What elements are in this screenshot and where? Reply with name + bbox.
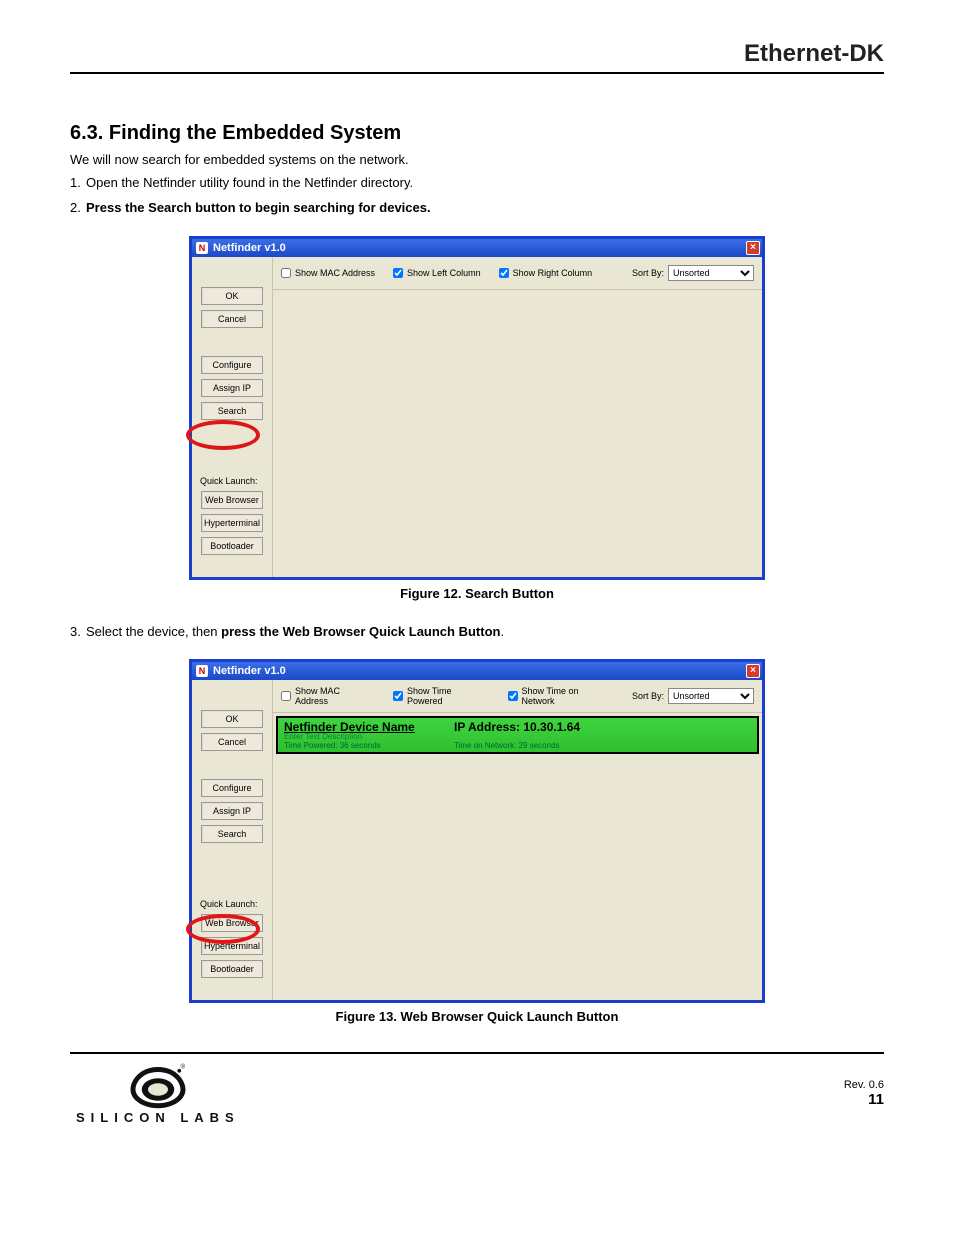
device-ip: IP Address: 10.30.1.64	[454, 720, 580, 734]
hyperterminal-button[interactable]: Hyperterminal	[201, 937, 263, 955]
configure-button[interactable]: Configure	[201, 779, 263, 797]
close-icon[interactable]: ×	[746, 241, 760, 255]
highlight-circle	[186, 420, 260, 450]
show-mac-checkbox[interactable]: Show MAC Address	[281, 686, 375, 706]
ok-button[interactable]: OK	[201, 287, 263, 305]
search-button[interactable]: Search	[201, 825, 263, 843]
netfinder-window-1: N Netfinder v1.0 × OK Cancel Configure A…	[189, 236, 765, 580]
page-number: 11	[844, 1091, 884, 1108]
window-title: Netfinder v1.0	[213, 242, 286, 254]
svg-text:®: ®	[180, 1064, 185, 1071]
figure-12-caption: Figure 12. Search Button	[70, 586, 884, 601]
bootloader-button[interactable]: Bootloader	[201, 537, 263, 555]
silicon-labs-logo: ® SILICON LABS	[76, 1062, 240, 1125]
show-right-column-checkbox[interactable]: Show Right Column	[499, 268, 593, 278]
doc-revision: Rev. 0.6	[844, 1079, 884, 1091]
web-browser-button[interactable]: Web Browser	[201, 914, 263, 932]
toolbar: Show MAC Address Show Left Column Show R…	[273, 257, 762, 289]
assign-ip-button[interactable]: Assign IP	[201, 802, 263, 820]
brand-name: SILICON LABS	[76, 1110, 240, 1125]
show-left-column-checkbox[interactable]: Show Left Column	[393, 268, 481, 278]
show-time-network-checkbox[interactable]: Show Time on Network	[508, 686, 615, 706]
close-icon[interactable]: ×	[746, 664, 760, 678]
bootloader-button[interactable]: Bootloader	[201, 960, 263, 978]
cancel-button[interactable]: Cancel	[201, 733, 263, 751]
sort-by-label: Sort By:	[632, 268, 664, 278]
step-1: 1.Open the Netfinder utility found in th…	[70, 174, 884, 193]
step-2: 2.Press the Search button to begin searc…	[70, 199, 884, 218]
hyperterminal-button[interactable]: Hyperterminal	[201, 514, 263, 532]
device-time-network: Time on Network: 29 seconds	[454, 741, 560, 750]
show-time-powered-checkbox[interactable]: Show Time Powered	[393, 686, 490, 706]
cancel-button[interactable]: Cancel	[201, 310, 263, 328]
show-mac-checkbox[interactable]: Show MAC Address	[281, 268, 375, 278]
sort-by-select[interactable]: Unsorted	[668, 688, 754, 704]
web-browser-button[interactable]: Web Browser	[201, 491, 263, 509]
device-row[interactable]: Netfinder Device Name IP Address: 10.30.…	[276, 716, 759, 754]
netfinder-window-2: N Netfinder v1.0 × OK Cancel Configure A…	[189, 659, 765, 1003]
quick-launch-label: Quick Launch:	[200, 476, 258, 486]
window-title: Netfinder v1.0	[213, 665, 286, 677]
app-icon: N	[196, 665, 208, 677]
sort-by-label: Sort By:	[632, 691, 664, 701]
section-heading: 6.3. Finding the Embedded System	[70, 122, 884, 145]
titlebar: N Netfinder v1.0 ×	[192, 239, 762, 257]
assign-ip-button[interactable]: Assign IP	[201, 379, 263, 397]
doc-title: Ethernet-DK	[70, 40, 884, 74]
figure-13-caption: Figure 13. Web Browser Quick Launch Butt…	[70, 1009, 884, 1024]
device-list: Netfinder Device Name IP Address: 10.30.…	[273, 712, 762, 1000]
device-list-empty	[273, 289, 762, 577]
app-icon: N	[196, 242, 208, 254]
configure-button[interactable]: Configure	[201, 356, 263, 374]
section-intro: We will now search for embedded systems …	[70, 151, 884, 170]
sort-by-select[interactable]: Unsorted	[668, 265, 754, 281]
titlebar: N Netfinder v1.0 ×	[192, 662, 762, 680]
quick-launch-label: Quick Launch:	[200, 899, 258, 909]
ok-button[interactable]: OK	[201, 710, 263, 728]
step-3: 3.Select the device, then press the Web …	[70, 623, 884, 642]
search-button[interactable]: Search	[201, 402, 263, 420]
device-time-powered: Time Powered: 36 seconds	[284, 741, 454, 750]
toolbar: Show MAC Address Show Time Powered Show …	[273, 680, 762, 712]
